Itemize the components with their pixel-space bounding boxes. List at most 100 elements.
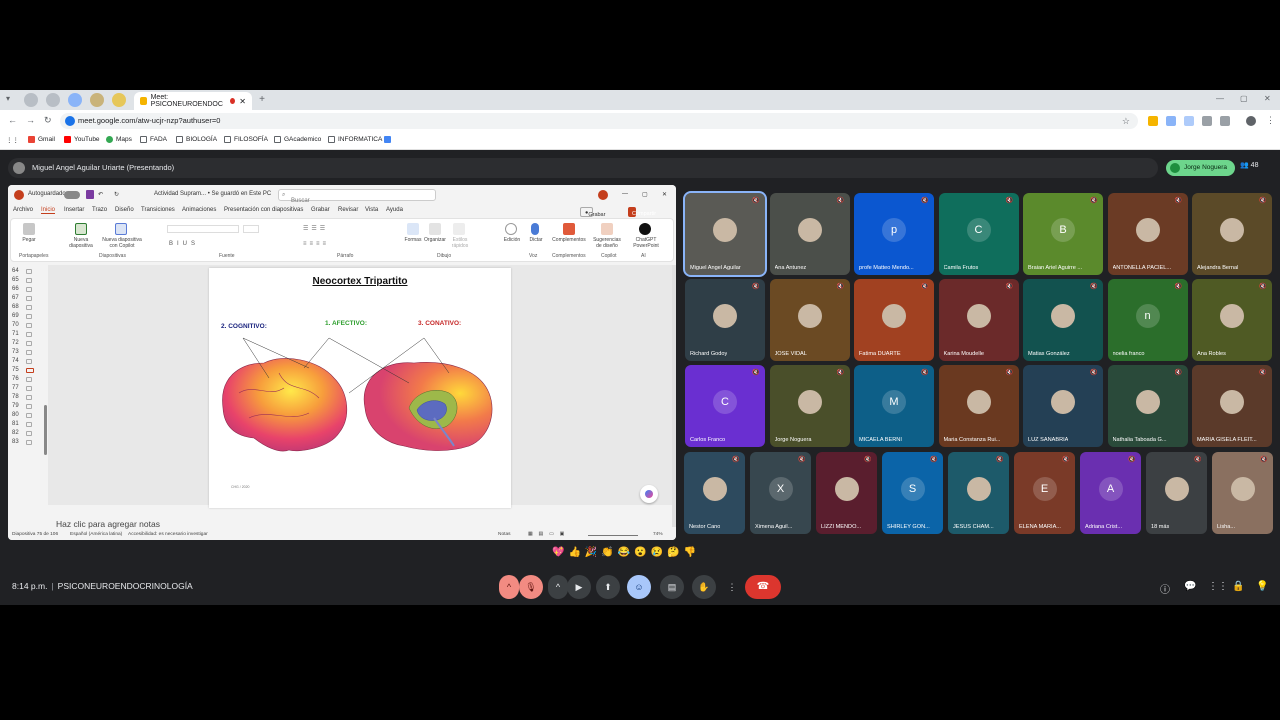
participant-tile[interactable]: 🔇 Alejandra Bernal: [1192, 193, 1272, 275]
pinned-tab-4[interactable]: [90, 93, 104, 107]
camera-button[interactable]: ▶: [567, 575, 591, 599]
reaction-emoji[interactable]: 😮: [634, 547, 646, 563]
tab-meet[interactable]: Meet: PSICONEUROENDOC ✕: [134, 92, 252, 110]
tab-diseno[interactable]: Diseño: [115, 207, 134, 213]
participant-tile[interactable]: 🔇 Lisha...: [1212, 452, 1273, 534]
participant-tile[interactable]: 🔇 Nestor Cano: [684, 452, 745, 534]
alignment-buttons[interactable]: ≡≡≡≡: [303, 241, 329, 247]
bookmark-gacademico[interactable]: GAcademico: [274, 136, 321, 143]
shapes-icon[interactable]: [407, 223, 419, 235]
participant-tile[interactable]: 🔇 LIZZI MENDO...: [816, 452, 877, 534]
minimize-icon[interactable]: —: [1216, 94, 1224, 103]
microphone-icon[interactable]: [531, 223, 539, 235]
more-options-button[interactable]: ⋮: [724, 575, 740, 599]
reaction-emoji[interactable]: 👎: [684, 547, 696, 563]
designer-icon[interactable]: [601, 223, 613, 235]
tab-grabar[interactable]: Grabar: [311, 207, 330, 213]
slide-thumbnail[interactable]: [26, 422, 32, 427]
participant-count[interactable]: 👥 48: [1240, 161, 1258, 169]
user-avatar[interactable]: [598, 190, 608, 200]
raise-hand-button[interactable]: ✋: [692, 575, 716, 599]
tab-trazo[interactable]: Trazo: [92, 207, 107, 213]
participant-tile[interactable]: C 🔇 Carlos Franco: [685, 365, 765, 447]
slide-thumbnail[interactable]: [26, 359, 32, 364]
thumbnail-scrollbar[interactable]: [44, 405, 47, 455]
ppt-minimize-icon[interactable]: —: [622, 191, 628, 197]
addins-icon[interactable]: [563, 223, 575, 235]
participant-tile[interactable]: 🔇 LUZ SANABRIA: [1023, 365, 1103, 447]
font-format-buttons[interactable]: BIUS: [169, 241, 199, 247]
participant-tile[interactable]: 🔇 Ana Antunez: [769, 193, 850, 275]
notes-toggle[interactable]: Notas: [498, 532, 511, 537]
address-bar[interactable]: meet.google.com/atw-ucjr-nzp?authuser=0 …: [60, 113, 1138, 129]
slide-thumbnail[interactable]: [26, 269, 32, 274]
bookmark-youtube[interactable]: YouTube: [64, 136, 100, 143]
participant-tile[interactable]: 🔇 Miguel Angel Aguilar: [683, 191, 767, 277]
pinned-participant-chip[interactable]: Jorge Noguera: [1166, 160, 1235, 176]
participant-tile[interactable]: M 🔇 MICAELA BERNI: [854, 365, 934, 447]
pinned-tab-5[interactable]: [112, 93, 126, 107]
maximize-icon[interactable]: ▢: [1240, 94, 1248, 103]
pinned-tab-2[interactable]: [46, 93, 60, 107]
pinned-tab-1[interactable]: [24, 93, 38, 107]
tab-vista[interactable]: Vista: [365, 207, 378, 213]
participant-tile[interactable]: 🔇 18 más: [1146, 452, 1207, 534]
participant-tile[interactable]: 🔇 Fatima DUARTE: [854, 279, 934, 361]
present-button[interactable]: ⬆: [596, 575, 620, 599]
font-size-field[interactable]: [243, 225, 259, 233]
bookmark-fada[interactable]: FADA: [140, 136, 167, 143]
slide-thumbnail[interactable]: [26, 431, 32, 436]
slide-thumbnail-list[interactable]: 64 65 66 67 68 69 70 71 72 73 74 75 76 77 78 79 80 81 82 83: [8, 265, 48, 527]
bookmark-filosofia[interactable]: FILOSOFÍA: [224, 136, 268, 143]
slide-thumbnail[interactable]: [26, 350, 32, 355]
chat-icon[interactable]: 💬: [1184, 581, 1196, 592]
chatgpt-icon[interactable]: [639, 223, 651, 235]
participant-tile[interactable]: 🔇 JESUS CHAM...: [948, 452, 1009, 534]
bookmark-maps[interactable]: Maps: [106, 136, 132, 143]
slide-thumbnail[interactable]: [26, 404, 32, 409]
audio-options-button[interactable]: ^: [499, 575, 519, 599]
participant-tile[interactable]: 🔇 Maria Constanza Rui...: [938, 365, 1019, 447]
meeting-details-icon[interactable]: ⓘ: [1160, 581, 1170, 596]
slide-thumbnail[interactable]: [26, 377, 32, 382]
forward-icon[interactable]: →: [26, 115, 35, 125]
participant-tile[interactable]: 🔇 Ana Robles: [1192, 279, 1272, 361]
slide-thumbnail[interactable]: [26, 296, 32, 301]
participant-tile[interactable]: X 🔇 Ximena Aguil...: [750, 452, 811, 534]
reaction-emoji[interactable]: 🤔: [667, 547, 679, 563]
microphone-off-button[interactable]: 🎙: [519, 575, 543, 599]
copilot-button[interactable]: [640, 485, 658, 503]
tab-insertar[interactable]: Insertar: [64, 207, 84, 213]
autosave-toggle[interactable]: [64, 191, 80, 199]
font-name-field[interactable]: [167, 225, 239, 233]
tab-archivo[interactable]: Archivo: [13, 207, 33, 213]
paste-icon[interactable]: [23, 223, 35, 235]
save-icon[interactable]: [86, 190, 94, 199]
extension-icon-4[interactable]: [1202, 116, 1212, 126]
participant-tile[interactable]: n 🔇 noelia franco: [1107, 279, 1188, 361]
bookmark-star-icon[interactable]: ☆: [1122, 113, 1130, 129]
paragraph-buttons[interactable]: ☰☰☰: [303, 225, 328, 232]
quick-styles-icon[interactable]: [453, 223, 465, 235]
tab-presentacion[interactable]: Presentación con diapositivas: [224, 207, 303, 213]
tab-ayuda[interactable]: Ayuda: [386, 207, 403, 213]
extension-icon-1[interactable]: [1148, 116, 1158, 126]
participant-tile[interactable]: 🔇 MARIA GISELA FLEIT...: [1192, 365, 1272, 447]
close-tab-icon[interactable]: ✕: [239, 97, 246, 106]
slide-thumbnail[interactable]: [26, 314, 32, 319]
bookmark-biologia[interactable]: BIOLOGÍA: [176, 136, 217, 143]
edit-search-icon[interactable]: [505, 223, 517, 235]
reaction-emoji[interactable]: 😂: [618, 547, 630, 563]
slide-thumbnail[interactable]: [26, 386, 32, 391]
tab-inicio[interactable]: Inicio: [41, 207, 56, 214]
redo-icon[interactable]: ↻: [114, 191, 119, 198]
record-button[interactable]: ● Grabar: [580, 207, 605, 218]
slide-thumbnail[interactable]: [26, 305, 32, 310]
ppt-search-box[interactable]: ⌕ Buscar: [278, 189, 436, 204]
participant-tile[interactable]: S 🔇 SHIRLEY GON...: [882, 452, 943, 534]
undo-icon[interactable]: ↶: [98, 191, 103, 198]
slide-thumbnail[interactable]: [26, 440, 32, 445]
bookmark-informatica[interactable]: INFORMATICA: [328, 136, 382, 143]
participant-tile[interactable]: 🔇 Richard Godoy: [685, 279, 765, 361]
participant-tile[interactable]: B 🔇 Braian Ariel Aguirre ...: [1023, 193, 1103, 275]
